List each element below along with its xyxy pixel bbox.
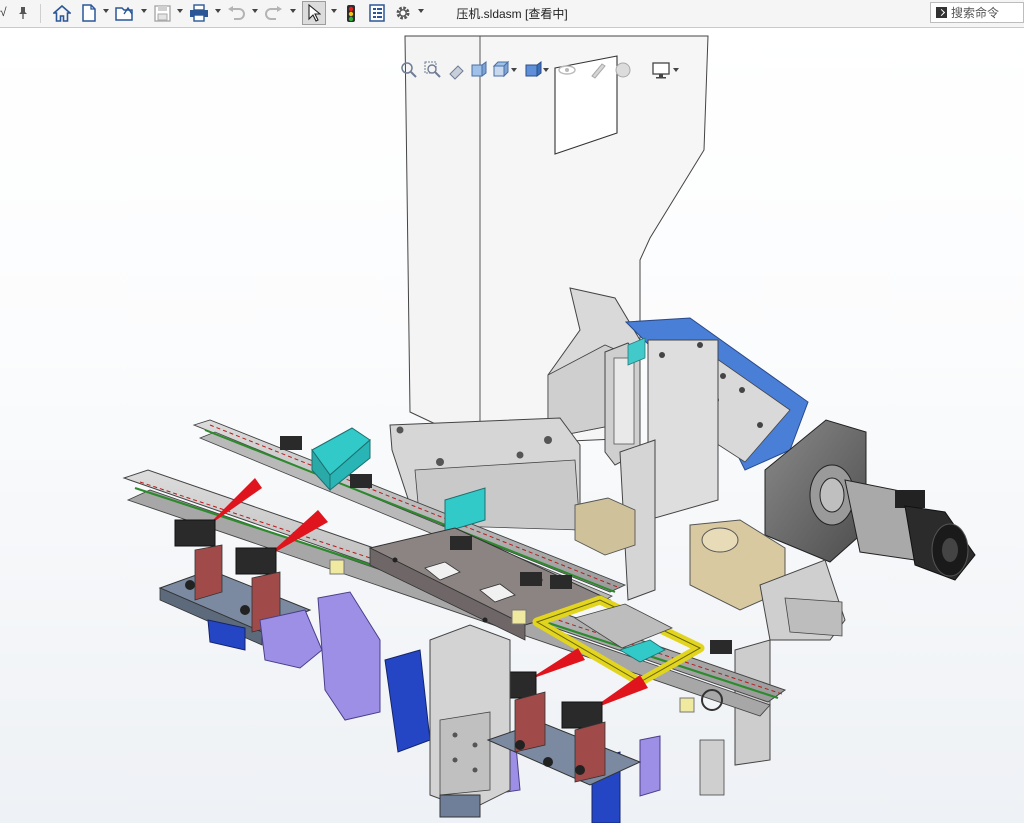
- command-search-input[interactable]: [951, 3, 1023, 22]
- new-dropdown-arrow[interactable]: [103, 9, 109, 13]
- rebuild-traffic-light-icon[interactable]: [343, 2, 359, 24]
- new-document-icon[interactable]: [80, 2, 98, 24]
- beige-cylinder[interactable]: [574, 497, 786, 611]
- zoom-to-area-icon[interactable]: [423, 60, 443, 80]
- print-dropdown-arrow[interactable]: [215, 9, 221, 13]
- select-cursor-icon[interactable]: [302, 1, 326, 25]
- redo-dropdown-arrow[interactable]: [290, 9, 296, 13]
- options-dropdown-arrow[interactable]: [418, 9, 424, 13]
- save-icon[interactable]: [152, 2, 172, 24]
- file-properties-icon[interactable]: [367, 2, 387, 24]
- view-orientation-icon[interactable]: [491, 60, 511, 80]
- view-settings-dropdown[interactable]: [673, 68, 679, 72]
- toolbar-separator: [40, 4, 41, 23]
- servo-motor[interactable]: [764, 419, 976, 581]
- redo-icon[interactable]: [264, 2, 284, 24]
- hide-show-items-icon[interactable]: [557, 60, 577, 80]
- print-icon[interactable]: [188, 2, 210, 24]
- previous-view-icon[interactable]: [447, 60, 467, 80]
- home-icon[interactable]: [52, 2, 72, 24]
- graphics-viewport[interactable]: [0, 28, 1024, 823]
- left-edge-glyph: √: [0, 5, 7, 19]
- command-prompt-icon: [936, 7, 947, 18]
- options-gear-icon[interactable]: [393, 2, 413, 24]
- zoom-to-fit-icon[interactable]: [399, 60, 419, 80]
- view-orientation-dropdown[interactable]: [511, 68, 517, 72]
- lower-cylinder-block[interactable]: [429, 624, 511, 818]
- pin-icon[interactable]: [16, 2, 30, 24]
- section-view-icon[interactable]: [469, 60, 489, 80]
- open-dropdown-arrow[interactable]: [141, 9, 147, 13]
- save-dropdown-arrow[interactable]: [177, 9, 183, 13]
- display-style-icon[interactable]: [523, 60, 543, 80]
- display-style-dropdown[interactable]: [543, 68, 549, 72]
- undo-icon[interactable]: [226, 2, 246, 24]
- open-folder-icon[interactable]: [114, 2, 136, 24]
- undo-dropdown-arrow[interactable]: [252, 9, 258, 13]
- view-settings-icon[interactable]: [651, 60, 671, 80]
- apply-scene-icon[interactable]: [613, 60, 633, 80]
- laser-beam: [528, 648, 585, 680]
- command-search-box[interactable]: [930, 2, 1024, 23]
- title-bar: √ 压机.sldasm [查看中]: [0, 0, 1024, 28]
- assembly-model[interactable]: [0, 28, 1024, 823]
- select-dropdown-arrow[interactable]: [331, 9, 337, 13]
- edit-appearance-icon[interactable]: [589, 60, 609, 80]
